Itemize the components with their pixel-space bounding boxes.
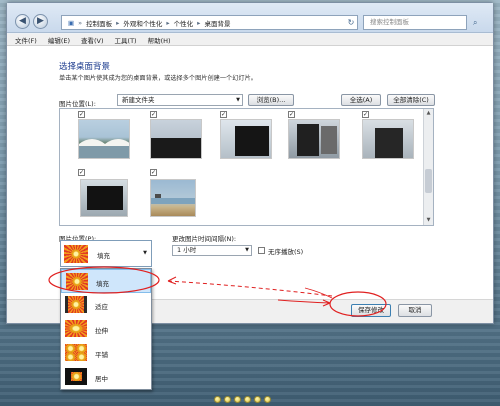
wallpaper-thumbnail[interactable] <box>220 119 272 159</box>
refresh-icon[interactable]: ↻ <box>345 15 357 30</box>
redacted-image <box>87 186 123 210</box>
center-icon <box>65 368 87 385</box>
interval-value: 1 小时 <box>177 246 197 254</box>
picture-position-value: 填充 <box>97 252 110 260</box>
tile-icon <box>65 344 87 361</box>
picture-position-list: 填充 适应 拉伸 平铺 居中 <box>60 268 152 390</box>
browse-button[interactable]: 浏览(B)... <box>248 94 294 106</box>
menu-help[interactable]: 帮助(H) <box>148 35 171 45</box>
picture-position-select[interactable]: 填充 ▼ <box>60 240 152 267</box>
taskbar-dot <box>214 396 221 403</box>
taskbar-dot <box>234 396 241 403</box>
save-changes-button[interactable]: 保存修改 <box>351 304 391 317</box>
position-option-tile[interactable]: 平铺 <box>61 341 151 365</box>
shuffle-checkbox[interactable] <box>258 247 265 254</box>
wallpaper-thumbnail[interactable] <box>80 179 128 217</box>
wallpaper-thumbnail[interactable] <box>150 179 196 217</box>
bridge-image <box>79 139 129 158</box>
breadcrumb-separator: » <box>78 18 83 27</box>
scrollbar-thumb[interactable] <box>425 169 432 193</box>
search-input[interactable]: 搜索控制面板 <box>363 15 467 30</box>
taskbar-dot <box>254 396 261 403</box>
menu-tools[interactable]: 工具(T) <box>115 35 137 45</box>
picture-location-value: 新建文件夹 <box>122 96 155 104</box>
breadcrumb-separator: ▸ <box>166 18 170 27</box>
scroll-up-icon[interactable]: ▲ <box>424 109 433 118</box>
redacted-image <box>151 138 201 158</box>
breadcrumb-item[interactable]: 控制面板 <box>86 18 112 28</box>
gallery-scrollbar[interactable]: ▲ ▼ <box>423 109 433 225</box>
breadcrumb-item[interactable]: 个性化 <box>174 18 194 28</box>
fit-icon <box>65 296 87 313</box>
clear-all-button[interactable]: 全部清除(C) <box>387 94 435 106</box>
menu-edit[interactable]: 编辑(E) <box>48 35 70 45</box>
forward-arrow-icon[interactable]: ▶ <box>33 14 48 29</box>
position-option-label: 填充 <box>96 280 109 288</box>
menu-view[interactable]: 查看(V) <box>81 35 104 45</box>
wallpaper-thumbnail[interactable] <box>78 119 130 159</box>
breadcrumb-item[interactable]: 外观和个性化 <box>123 18 162 28</box>
select-all-button[interactable]: 全选(A) <box>341 94 381 106</box>
checkbox-icon[interactable]: ✓ <box>78 111 85 118</box>
position-option-fit[interactable]: 适应 <box>61 293 151 317</box>
wallpaper-thumbnail[interactable] <box>362 119 414 159</box>
stretch-icon <box>65 320 87 337</box>
picture-location-select[interactable]: 新建文件夹 ▼ <box>117 94 243 106</box>
cancel-button[interactable]: 取消 <box>398 304 432 317</box>
back-arrow-icon[interactable]: ◀ <box>15 14 30 29</box>
breadcrumb-separator: ▸ <box>116 18 120 27</box>
menu-file[interactable]: 文件(F) <box>15 35 37 45</box>
fill-icon <box>66 273 88 290</box>
shuffle-label: 无序播放(S) <box>268 248 304 256</box>
position-option-label: 拉伸 <box>95 327 108 335</box>
address-bar: ◀ ▶ ▣ » 控制面板 ▸ 外观和个性化 ▸ 个性化 ▸ 桌面背景 ↻ 搜索控… <box>7 3 493 33</box>
taskbar-dots <box>214 396 274 406</box>
fill-preview-icon <box>64 245 88 263</box>
taskbar-dot <box>264 396 271 403</box>
checkbox-icon[interactable]: ✓ <box>78 169 85 176</box>
position-option-center[interactable]: 居中 <box>61 365 151 389</box>
checkbox-icon[interactable]: ✓ <box>288 111 295 118</box>
wallpaper-thumbnail[interactable] <box>288 119 340 159</box>
position-option-fill[interactable]: 填充 <box>61 269 151 293</box>
taskbar-dot <box>224 396 231 403</box>
position-option-label: 平铺 <box>95 351 108 359</box>
breadcrumb-separator: ▸ <box>197 18 201 27</box>
position-option-label: 居中 <box>95 375 108 383</box>
redacted-image <box>235 126 269 156</box>
menu-bar: 文件(F) 编辑(E) 查看(V) 工具(T) 帮助(H) <box>7 34 493 46</box>
interval-select[interactable]: 1 小时 ▼ <box>172 245 252 256</box>
chevron-down-icon[interactable]: ▼ <box>245 246 249 255</box>
wallpaper-thumbnail[interactable] <box>150 119 202 159</box>
breadcrumb[interactable]: ▣ » 控制面板 ▸ 外观和个性化 ▸ 个性化 ▸ 桌面背景 <box>61 15 358 30</box>
checkbox-icon[interactable]: ✓ <box>362 111 369 118</box>
beach-image <box>151 194 195 204</box>
taskbar-dot <box>244 396 251 403</box>
picture-location-label: 图片位置(L): <box>59 100 96 108</box>
page-subtitle: 单击某个图片使其成为您的桌面背景，或选择多个图片创建一个幻灯片。 <box>59 75 257 82</box>
chevron-down-icon[interactable]: ▼ <box>236 95 240 105</box>
breadcrumb-icon: ▣ <box>68 18 75 27</box>
position-option-stretch[interactable]: 拉伸 <box>61 317 151 341</box>
scroll-down-icon[interactable]: ▼ <box>424 216 433 225</box>
chevron-down-icon[interactable]: ▼ <box>143 250 147 256</box>
wallpaper-gallery: ✓ ✓ ✓ ✓ ✓ ✓ ✓ ▲ ▼ <box>59 108 434 226</box>
redacted-image <box>375 128 403 158</box>
change-interval-label: 更改图片时间间隔(N): <box>172 235 237 243</box>
checkbox-icon[interactable]: ✓ <box>150 111 157 118</box>
redacted-image <box>297 124 337 156</box>
checkbox-icon[interactable]: ✓ <box>150 169 157 176</box>
position-option-label: 适应 <box>95 303 108 311</box>
search-icon[interactable]: ⌕ <box>473 15 485 30</box>
breadcrumb-item[interactable]: 桌面背景 <box>204 18 230 28</box>
checkbox-icon[interactable]: ✓ <box>220 111 227 118</box>
page-title: 选择桌面背景 <box>59 62 111 72</box>
